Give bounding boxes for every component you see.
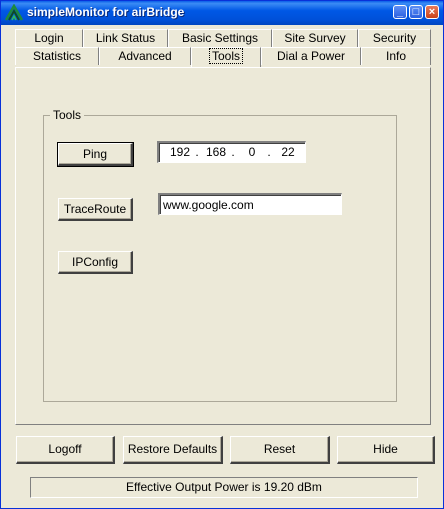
hide-button[interactable]: Hide xyxy=(337,436,435,464)
tab-login[interactable]: Login xyxy=(15,29,83,47)
status-bar: Effective Output Power is 19.20 dBm xyxy=(30,477,418,498)
ip-dot: . xyxy=(231,145,235,159)
tab-basic-settings[interactable]: Basic Settings xyxy=(168,29,272,47)
ip-octet-4[interactable]: 22 xyxy=(273,145,303,159)
tab-tools[interactable]: Tools xyxy=(191,47,261,67)
main-window: simpleMonitor for airBridge _ □ × Login … xyxy=(0,0,444,509)
tab-site-survey[interactable]: Site Survey xyxy=(272,29,358,47)
reset-button[interactable]: Reset xyxy=(230,436,330,464)
ping-button[interactable]: Ping xyxy=(57,142,134,167)
ip-address-field[interactable]: 192 . 168 . 0 . 22 xyxy=(157,141,306,163)
tools-group-label: Tools xyxy=(50,108,85,122)
tab-strip: Login Link Status Basic Settings Site Su… xyxy=(15,29,431,67)
tab-security[interactable]: Security xyxy=(358,29,431,47)
close-icon[interactable]: × xyxy=(425,5,439,19)
tab-dial-a-power[interactable]: Dial a Power xyxy=(261,47,361,65)
restore-defaults-button[interactable]: Restore Defaults xyxy=(123,436,223,464)
tab-link-status[interactable]: Link Status xyxy=(83,29,168,47)
ip-dot: . xyxy=(195,145,199,159)
maximize-icon[interactable]: □ xyxy=(409,5,423,19)
ip-octet-1[interactable]: 192 xyxy=(165,145,195,159)
ip-octet-2[interactable]: 168 xyxy=(201,145,231,159)
ip-dot: . xyxy=(267,145,271,159)
app-icon xyxy=(5,4,23,21)
title-bar[interactable]: simpleMonitor for airBridge _ □ × xyxy=(1,1,443,25)
logoff-button[interactable]: Logoff xyxy=(16,436,115,464)
tab-advanced[interactable]: Advanced xyxy=(99,47,191,65)
window-title: simpleMonitor for airBridge xyxy=(27,5,185,19)
traceroute-button[interactable]: TraceRoute xyxy=(58,198,133,221)
tab-statistics[interactable]: Statistics xyxy=(15,47,99,65)
tab-info[interactable]: Info xyxy=(361,47,431,65)
ip-octet-3[interactable]: 0 xyxy=(237,145,267,159)
ipconfig-button[interactable]: IPConfig xyxy=(58,251,133,274)
host-input[interactable]: www.google.com xyxy=(158,193,342,215)
host-input-value: www.google.com xyxy=(163,198,254,212)
minimize-icon[interactable]: _ xyxy=(393,5,407,19)
